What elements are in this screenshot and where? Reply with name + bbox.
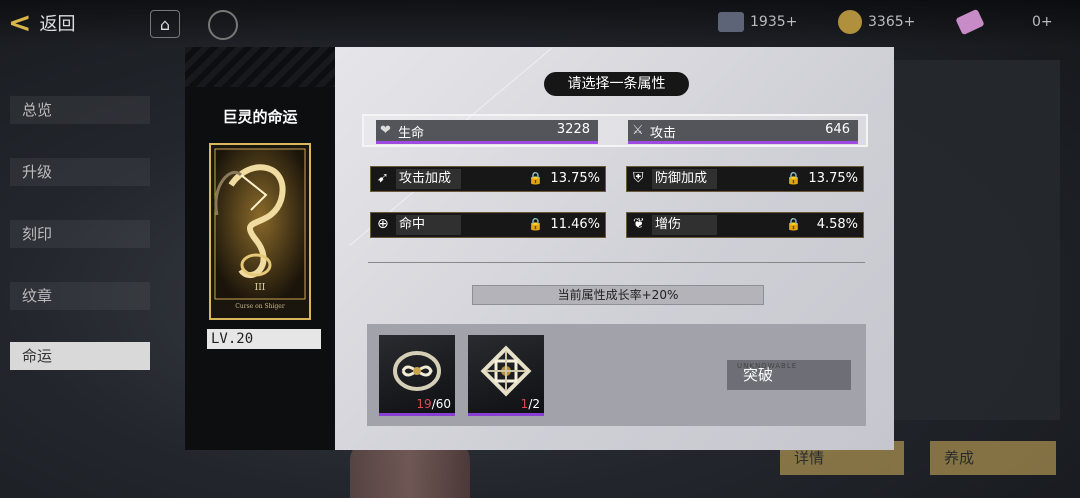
lock-icon: 🔒 [528, 217, 543, 231]
lock-icon: 🔒 [528, 171, 543, 185]
attack-boost-icon: ➹ [377, 170, 389, 186]
option-defense-boost[interactable]: ⛨ 防御加成 🔒 13.75% [626, 166, 864, 192]
lock-icon: 🔒 [786, 217, 801, 231]
material-count: 1/2 [521, 397, 540, 411]
home-icon: ⌂ [159, 14, 171, 34]
top-bar: < 返回 ⌂ 1935+ 3365+ 0+ [0, 0, 1080, 46]
material-count: 19/60 [416, 397, 451, 411]
stat-value: 3228 [556, 122, 590, 137]
material-have: 19 [416, 397, 432, 411]
stat-value: 646 [825, 122, 850, 137]
option-value: 4.58% [816, 217, 858, 232]
side-item-imprint[interactable]: 刻印 [10, 220, 150, 248]
option-value: 11.46% [550, 217, 600, 232]
dragon-card-art: III Curse on Shiger [214, 148, 306, 310]
breakthrough-caption: UNKNOWABLE [737, 362, 798, 370]
sword-icon: ⚔ [632, 123, 644, 138]
heart-icon: ❤ [380, 123, 391, 138]
option-name: 增伤 [652, 215, 717, 235]
defense-boost-icon: ⛨ [633, 170, 644, 186]
currency-ticket[interactable]: 1935+ [718, 10, 797, 34]
chevron-left-icon: < [8, 6, 32, 39]
side-item-overview[interactable]: 总览 [10, 96, 150, 124]
base-stats-row: ❤ 生命 3228 ⚔ 攻击 646 [362, 114, 868, 147]
home-button[interactable]: ⌂ [150, 10, 180, 38]
currency-value: 1935+ [750, 14, 798, 30]
option-value: 13.75% [550, 171, 600, 186]
side-item-upgrade[interactable]: 升级 [10, 158, 150, 186]
background-detail-panel [890, 60, 1060, 420]
option-name: 命中 [396, 215, 461, 235]
card-title: 巨灵的命运 [222, 108, 298, 126]
decorative-stripe [185, 47, 335, 87]
currency-value: 0+ [1032, 14, 1053, 30]
stat-name: 生命 [398, 126, 425, 141]
breakthrough-button[interactable]: UNKNOWABLE 突破 [727, 360, 851, 390]
attribute-panel: 请选择一条属性 ❤ 生命 3228 ⚔ 攻击 646 ➹ 攻击加成 🔒 13.7… [335, 47, 894, 450]
stat-attack: ⚔ 攻击 646 [628, 120, 858, 144]
stat-name: 攻击 [650, 126, 677, 141]
card-numeral: III [255, 283, 266, 293]
back-label: 返回 [39, 14, 76, 35]
currency-value: 3365+ [868, 14, 916, 30]
crosshair-icon: ⊕ [377, 216, 389, 232]
option-accuracy[interactable]: ⊕ 命中 🔒 11.46% [370, 212, 606, 238]
option-damage-boost[interactable]: ❦ 增伤 🔒 4.58% [626, 212, 864, 238]
growth-rate-label: 当前属性成长率+20% [472, 285, 764, 305]
card-level: LV.20 [207, 329, 321, 349]
option-attack-boost[interactable]: ➹ 攻击加成 🔒 13.75% [370, 166, 606, 192]
side-item-fate[interactable]: 命运 [10, 342, 150, 370]
select-attribute-prompt: 请选择一条属性 [544, 72, 689, 96]
option-name: 防御加成 [652, 169, 717, 189]
material-slot-1[interactable]: 19/60 [379, 335, 455, 416]
coin-icon [838, 10, 862, 34]
settings-button[interactable] [208, 10, 238, 40]
knot-material-icon [393, 351, 441, 391]
develop-button[interactable]: 养成 [930, 441, 1056, 475]
back-button[interactable]: < 返回 [8, 8, 120, 38]
ticket-icon [718, 12, 744, 32]
fate-card-image: III Curse on Shiger [209, 143, 311, 320]
gem-icon [955, 8, 985, 36]
option-name: 攻击加成 [396, 169, 461, 189]
damage-boost-icon: ❦ [633, 216, 645, 232]
attribute-select-dialog: 巨灵的命运 III Curse on Shiger LV.20 请选择一条属性 … [185, 47, 894, 450]
card-caption: Curse on Shiger [235, 303, 285, 310]
material-need: /60 [431, 397, 451, 411]
card-panel: 巨灵的命运 III Curse on Shiger LV.20 [185, 47, 335, 450]
materials-area: 19/60 1/2 UNKNOWABLE 突破 [367, 324, 866, 426]
stat-hp: ❤ 生命 3228 [376, 120, 598, 144]
option-value: 13.75% [808, 171, 858, 186]
currency-coin[interactable]: 3365+ [838, 10, 915, 34]
lock-icon: 🔒 [786, 171, 801, 185]
side-item-emblem[interactable]: 纹章 [10, 282, 150, 310]
lattice-material-icon [480, 345, 532, 397]
section-divider [368, 262, 865, 263]
stat-bar [376, 141, 598, 144]
stat-bar [628, 141, 858, 144]
material-slot-2[interactable]: 1/2 [468, 335, 544, 416]
material-need: /2 [528, 397, 540, 411]
currency-gem[interactable]: 0+ [955, 8, 1053, 36]
